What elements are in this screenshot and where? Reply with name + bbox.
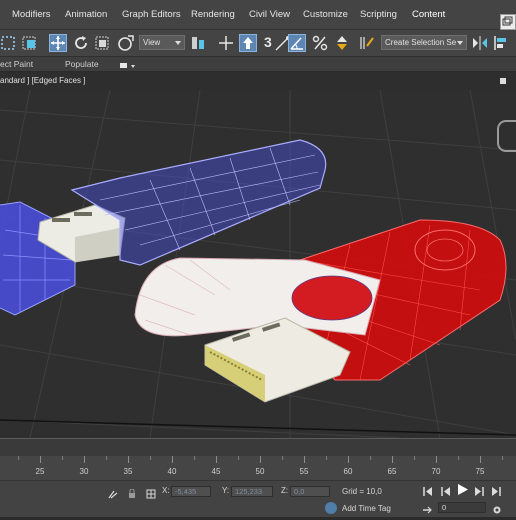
y-coordinate-label: Y: xyxy=(222,486,230,495)
select-and-rotate-icon[interactable] xyxy=(72,34,90,52)
tick-label: 30 xyxy=(79,467,89,476)
go-to-end-icon[interactable] xyxy=(491,484,502,496)
edit-named-selection-icon[interactable] xyxy=(358,34,376,52)
tick-label: 45 xyxy=(211,467,221,476)
time-configuration-icon[interactable] xyxy=(492,502,502,514)
named-selection-set-value: Create Selection Se xyxy=(385,38,457,47)
menu-scripting[interactable]: Scripting xyxy=(360,0,397,29)
tick-label: 55 xyxy=(299,467,309,476)
tick-mark-minor xyxy=(18,456,19,460)
chevron-down-icon xyxy=(457,41,463,45)
y-coordinate-field[interactable]: 125,233 xyxy=(231,486,273,497)
tick-mark xyxy=(260,456,261,463)
viewport-header: andard ] [Edged Faces ] xyxy=(0,72,516,90)
viewcube-icon[interactable] xyxy=(497,120,516,152)
menu-bar: Modifiers Animation Graph Editors Render… xyxy=(0,0,516,30)
menu-modifiers[interactable]: Modifiers xyxy=(12,0,51,29)
menu-graph-editors[interactable]: Graph Editors xyxy=(122,0,181,29)
window-restore-button[interactable] xyxy=(500,14,516,30)
tick-mark xyxy=(172,456,173,463)
reference-coordinate-value: View xyxy=(143,38,161,47)
tick-label: 75 xyxy=(475,467,485,476)
tick-mark xyxy=(436,456,437,463)
chevron-down-icon xyxy=(175,41,181,45)
angle-snap-icon[interactable] xyxy=(288,34,306,52)
tick-mark-minor xyxy=(106,456,107,460)
reference-coordinate-dropdown[interactable]: View xyxy=(139,35,185,50)
play-icon[interactable] xyxy=(456,483,469,496)
named-selection-set-dropdown[interactable]: Create Selection Se xyxy=(381,35,467,50)
grid-spacing-readout: Grid = 10,0 xyxy=(342,487,382,496)
viewport-maximize-icon[interactable] xyxy=(500,78,506,84)
ribbon-toggle-icon[interactable] xyxy=(120,60,135,68)
tick-mark xyxy=(128,456,129,463)
align-icon[interactable] xyxy=(492,34,510,52)
menu-content[interactable]: Content xyxy=(412,0,445,29)
tick-mark-minor xyxy=(458,456,459,460)
z-coordinate-field[interactable]: 0,0 xyxy=(290,486,330,497)
previous-frame-icon[interactable] xyxy=(440,484,451,496)
tick-mark-minor xyxy=(414,456,415,460)
tick-mark xyxy=(480,456,481,463)
track-bar[interactable]: 25 30 35 40 45 50 55 60 65 70 75 xyxy=(0,456,516,480)
tick-mark xyxy=(84,456,85,463)
tick-label: 25 xyxy=(35,467,45,476)
tick-mark-minor xyxy=(370,456,371,460)
key-filter-icon[interactable] xyxy=(422,502,432,514)
snaps-toggle-label[interactable]: 3 xyxy=(264,33,272,52)
tick-mark xyxy=(304,456,305,463)
tick-mark-minor xyxy=(62,456,63,460)
select-and-move-icon[interactable] xyxy=(49,34,67,52)
tab-object-paint[interactable]: ect Paint xyxy=(0,57,33,71)
tick-label: 40 xyxy=(167,467,177,476)
status-bar: X: -5,435 Y: 125,233 Z: 0,0 Grid = 10,0 … xyxy=(0,480,516,517)
keyboard-shortcut-override-icon[interactable] xyxy=(239,34,257,52)
select-and-scale-icon[interactable] xyxy=(94,34,112,52)
add-time-tag-button[interactable]: Add Time Tag xyxy=(342,504,391,513)
tick-mark-minor xyxy=(194,456,195,460)
perspective-viewport[interactable] xyxy=(0,90,516,438)
mirror-icon[interactable] xyxy=(471,34,489,52)
tick-mark-minor xyxy=(282,456,283,460)
viewport-label[interactable]: andard ] [Edged Faces ] xyxy=(0,76,85,85)
tick-label: 65 xyxy=(387,467,397,476)
go-to-start-icon[interactable] xyxy=(422,484,433,496)
select-region-icon[interactable] xyxy=(0,34,18,52)
percent-snap-icon[interactable] xyxy=(311,34,329,52)
tick-label: 70 xyxy=(431,467,441,476)
select-and-place-icon[interactable] xyxy=(117,34,135,52)
tick-mark xyxy=(348,456,349,463)
x-coordinate-field[interactable]: -5,435 xyxy=(171,486,211,497)
tick-mark-minor xyxy=(326,456,327,460)
tick-mark xyxy=(392,456,393,463)
tick-label: 50 xyxy=(255,467,265,476)
tick-mark xyxy=(40,456,41,463)
current-frame-field[interactable]: 0 xyxy=(438,502,486,513)
lock-icon[interactable] xyxy=(127,486,137,498)
pivot-center-icon[interactable] xyxy=(190,34,208,52)
z-coordinate-label: Z: xyxy=(281,486,289,495)
tick-mark-minor xyxy=(150,456,151,460)
tick-mark xyxy=(216,456,217,463)
tick-mark-minor xyxy=(502,456,503,460)
main-toolbar: View 3 Create Selection Se xyxy=(0,30,516,57)
time-tag-icon[interactable] xyxy=(325,502,337,514)
selection-lock-icon[interactable] xyxy=(108,486,118,499)
x-coordinate-label: X: xyxy=(162,486,170,495)
tab-populate[interactable]: Populate xyxy=(65,57,99,71)
menu-rendering[interactable]: Rendering xyxy=(191,0,235,29)
window-crossing-icon[interactable] xyxy=(21,34,39,52)
ribbon-bar: ect Paint Populate xyxy=(0,57,516,72)
menu-animation[interactable]: Animation xyxy=(65,0,107,29)
menu-customize[interactable]: Customize xyxy=(303,0,348,29)
menu-civil-view[interactable]: Civil View xyxy=(249,0,290,29)
absolute-transform-icon[interactable] xyxy=(146,486,156,499)
tick-label: 35 xyxy=(123,467,133,476)
spinner-snap-icon[interactable] xyxy=(333,34,351,52)
select-and-manipulate-icon[interactable] xyxy=(217,34,235,52)
tick-mark-minor xyxy=(238,456,239,460)
scene-render xyxy=(0,90,516,438)
next-frame-icon[interactable] xyxy=(474,484,485,496)
tick-label: 60 xyxy=(343,467,353,476)
